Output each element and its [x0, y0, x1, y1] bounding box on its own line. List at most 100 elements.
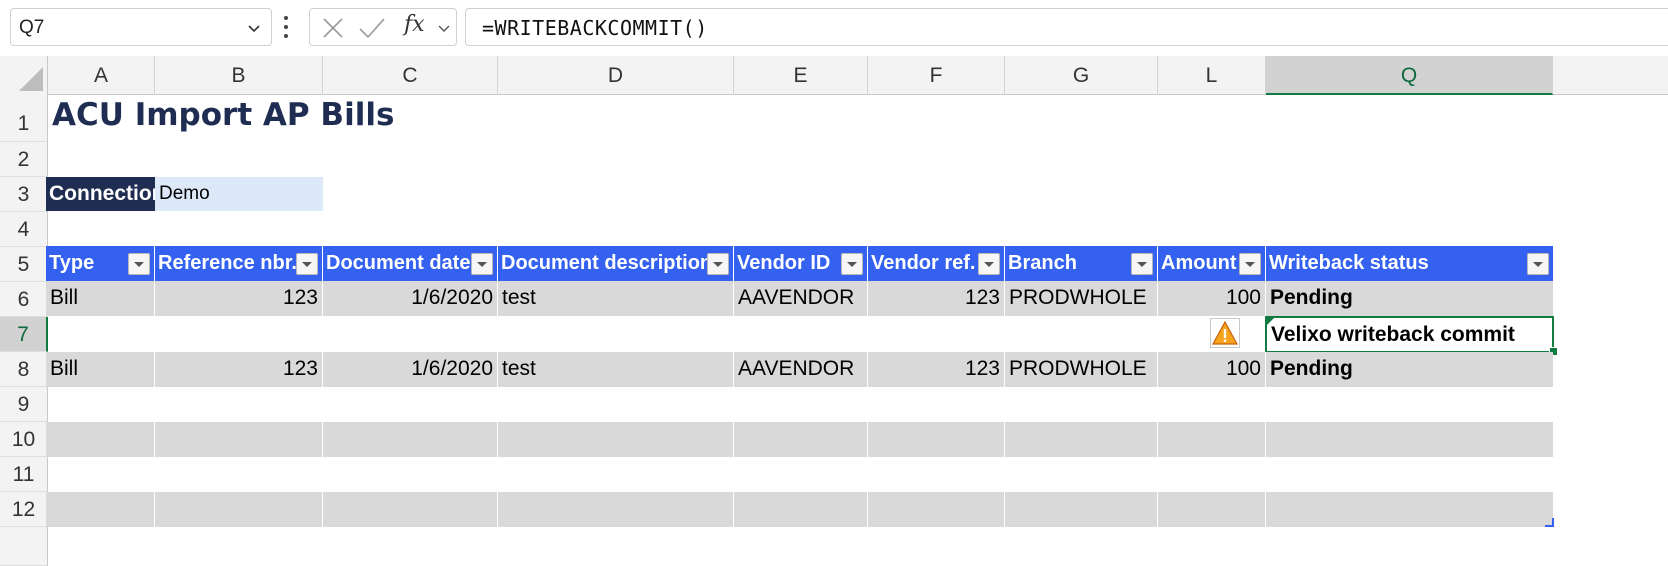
column-header-a[interactable]: A	[48, 56, 155, 95]
empty-table-cell[interactable]	[155, 492, 323, 527]
cell-type[interactable]: Bill	[46, 352, 155, 387]
insert-function-button[interactable]: fx	[404, 12, 425, 37]
row-header-8[interactable]: 8	[0, 352, 48, 387]
filter-dropdown-icon[interactable]	[128, 253, 150, 275]
cell-document-date[interactable]: 1/6/2020	[323, 352, 498, 387]
cell-vendor-ref[interactable]: 123	[868, 352, 1005, 387]
checkmark-icon[interactable]	[358, 17, 386, 39]
cell-document-description[interactable]: test	[498, 281, 734, 316]
cell-vendor-ref[interactable]: 123	[868, 281, 1005, 316]
cell-reference-nbr[interactable]: 123	[155, 352, 323, 387]
row-header-3[interactable]: 3	[0, 177, 48, 212]
empty-table-cell[interactable]	[46, 422, 155, 457]
table-header-vendor-id[interactable]: Vendor ID	[734, 246, 868, 281]
connection-value[interactable]: Demo	[155, 177, 323, 211]
empty-table-cell[interactable]	[734, 422, 868, 457]
empty-table-cell[interactable]	[1266, 422, 1553, 457]
column-header-f[interactable]: F	[868, 56, 1005, 95]
column-header-g[interactable]: G	[1005, 56, 1158, 95]
empty-table-cell[interactable]	[1005, 422, 1158, 457]
table-header-amount[interactable]: Amount	[1158, 246, 1266, 281]
filter-dropdown-icon[interactable]	[1131, 253, 1153, 275]
empty-table-cell[interactable]	[1158, 492, 1266, 527]
row-header-10[interactable]: 10	[0, 422, 48, 457]
chevron-down-icon[interactable]	[247, 21, 261, 35]
empty-table-cell[interactable]	[323, 422, 498, 457]
empty-table-cell[interactable]	[155, 422, 323, 457]
row-header-2[interactable]: 2	[0, 142, 48, 177]
row-header-1[interactable]: 1	[0, 95, 48, 142]
cell-branch[interactable]: PRODWHOLE	[1005, 281, 1158, 316]
cell-writeback-status[interactable]: Pending	[1266, 281, 1553, 316]
warning-triangle-icon	[1211, 320, 1239, 345]
error-indicator-button[interactable]	[1210, 318, 1240, 348]
filter-dropdown-icon[interactable]	[296, 253, 318, 275]
table-header-label: Branch	[1008, 252, 1077, 274]
empty-table-cell[interactable]	[46, 492, 155, 527]
empty-table-cell[interactable]	[1266, 492, 1553, 527]
column-header-e[interactable]: E	[734, 56, 868, 95]
row-header-9[interactable]: 9	[0, 387, 48, 422]
filter-dropdown-icon[interactable]	[707, 253, 729, 275]
cancel-icon[interactable]	[322, 17, 344, 39]
empty-table-cell[interactable]	[498, 492, 734, 527]
name-box-value: Q7	[19, 17, 45, 38]
row-header-13[interactable]	[0, 527, 48, 566]
column-header-d[interactable]: D	[498, 56, 734, 95]
cell-type[interactable]: Bill	[46, 281, 155, 316]
row-header-7[interactable]: 7	[0, 317, 48, 352]
table-header-reference-nbr[interactable]: Reference nbr.	[155, 246, 323, 281]
empty-table-cell[interactable]	[1005, 492, 1158, 527]
filter-dropdown-icon[interactable]	[841, 253, 863, 275]
table-header-branch[interactable]: Branch	[1005, 246, 1158, 281]
row-header-11[interactable]: 11	[0, 457, 48, 492]
table-header-label: Vendor ID	[737, 252, 831, 274]
sheet-title: ACU Import AP Bills	[52, 97, 395, 133]
table-header-writeback-status[interactable]: Writeback status	[1266, 246, 1553, 281]
formula-buttons: fx	[309, 8, 457, 46]
cell-amount[interactable]: 100	[1158, 352, 1266, 387]
empty-table-cell[interactable]	[734, 492, 868, 527]
table-header-document-date[interactable]: Document date	[323, 246, 498, 281]
table-resize-handle-icon[interactable]	[1544, 517, 1554, 527]
cell-branch[interactable]: PRODWHOLE	[1005, 352, 1158, 387]
table-header-label: Document date	[326, 252, 471, 274]
table-header-type[interactable]: Type	[46, 246, 155, 281]
table-header-label: Writeback status	[1269, 252, 1429, 274]
table-header-document-description[interactable]: Document description	[498, 246, 734, 281]
column-header-l[interactable]: L	[1158, 56, 1266, 95]
select-all-button[interactable]	[0, 56, 48, 95]
cell-writeback-status[interactable]: Pending	[1266, 352, 1553, 387]
formula-input[interactable]: =WRITEBACKCOMMIT()	[465, 8, 1668, 46]
empty-table-cell[interactable]	[868, 492, 1005, 527]
cell-amount[interactable]: 100	[1158, 281, 1266, 316]
row-header-6[interactable]: 6	[0, 282, 48, 317]
row-header-5[interactable]: 5	[0, 247, 48, 282]
row-header-12[interactable]: 12	[0, 492, 48, 527]
column-header-q[interactable]: Q	[1266, 56, 1553, 95]
cell-vendor-id[interactable]: AAVENDOR	[734, 352, 868, 387]
filter-dropdown-icon[interactable]	[471, 253, 493, 275]
filter-dropdown-icon[interactable]	[978, 253, 1000, 275]
cell-document-date[interactable]: 1/6/2020	[323, 281, 498, 316]
row-header-4[interactable]: 4	[0, 212, 48, 247]
empty-table-cell[interactable]	[498, 422, 734, 457]
column-header-b[interactable]: B	[155, 56, 323, 95]
empty-table-cell[interactable]	[868, 422, 1005, 457]
filter-dropdown-icon[interactable]	[1239, 253, 1261, 275]
worksheet-grid[interactable]: A B C D E F G L Q 1 2 3 4 5 6 7 8 9 10 1…	[0, 56, 1668, 566]
cell-reference-nbr[interactable]: 123	[155, 281, 323, 316]
more-options-icon[interactable]	[283, 14, 289, 40]
table-header-label: Amount	[1161, 252, 1237, 274]
empty-table-cell[interactable]	[1158, 422, 1266, 457]
empty-table-cell[interactable]	[323, 492, 498, 527]
chevron-down-icon[interactable]	[438, 22, 450, 34]
name-box[interactable]: Q7	[10, 8, 272, 46]
table-header-vendor-ref[interactable]: Vendor ref.	[868, 246, 1005, 281]
cell-vendor-id[interactable]: AAVENDOR	[734, 281, 868, 316]
active-cell-q7[interactable]: Velixo writeback commit	[1265, 316, 1554, 353]
formula-text: =WRITEBACKCOMMIT()	[482, 16, 708, 40]
cell-document-description[interactable]: test	[498, 352, 734, 387]
filter-dropdown-icon[interactable]	[1527, 253, 1549, 275]
column-header-c[interactable]: C	[323, 56, 498, 95]
